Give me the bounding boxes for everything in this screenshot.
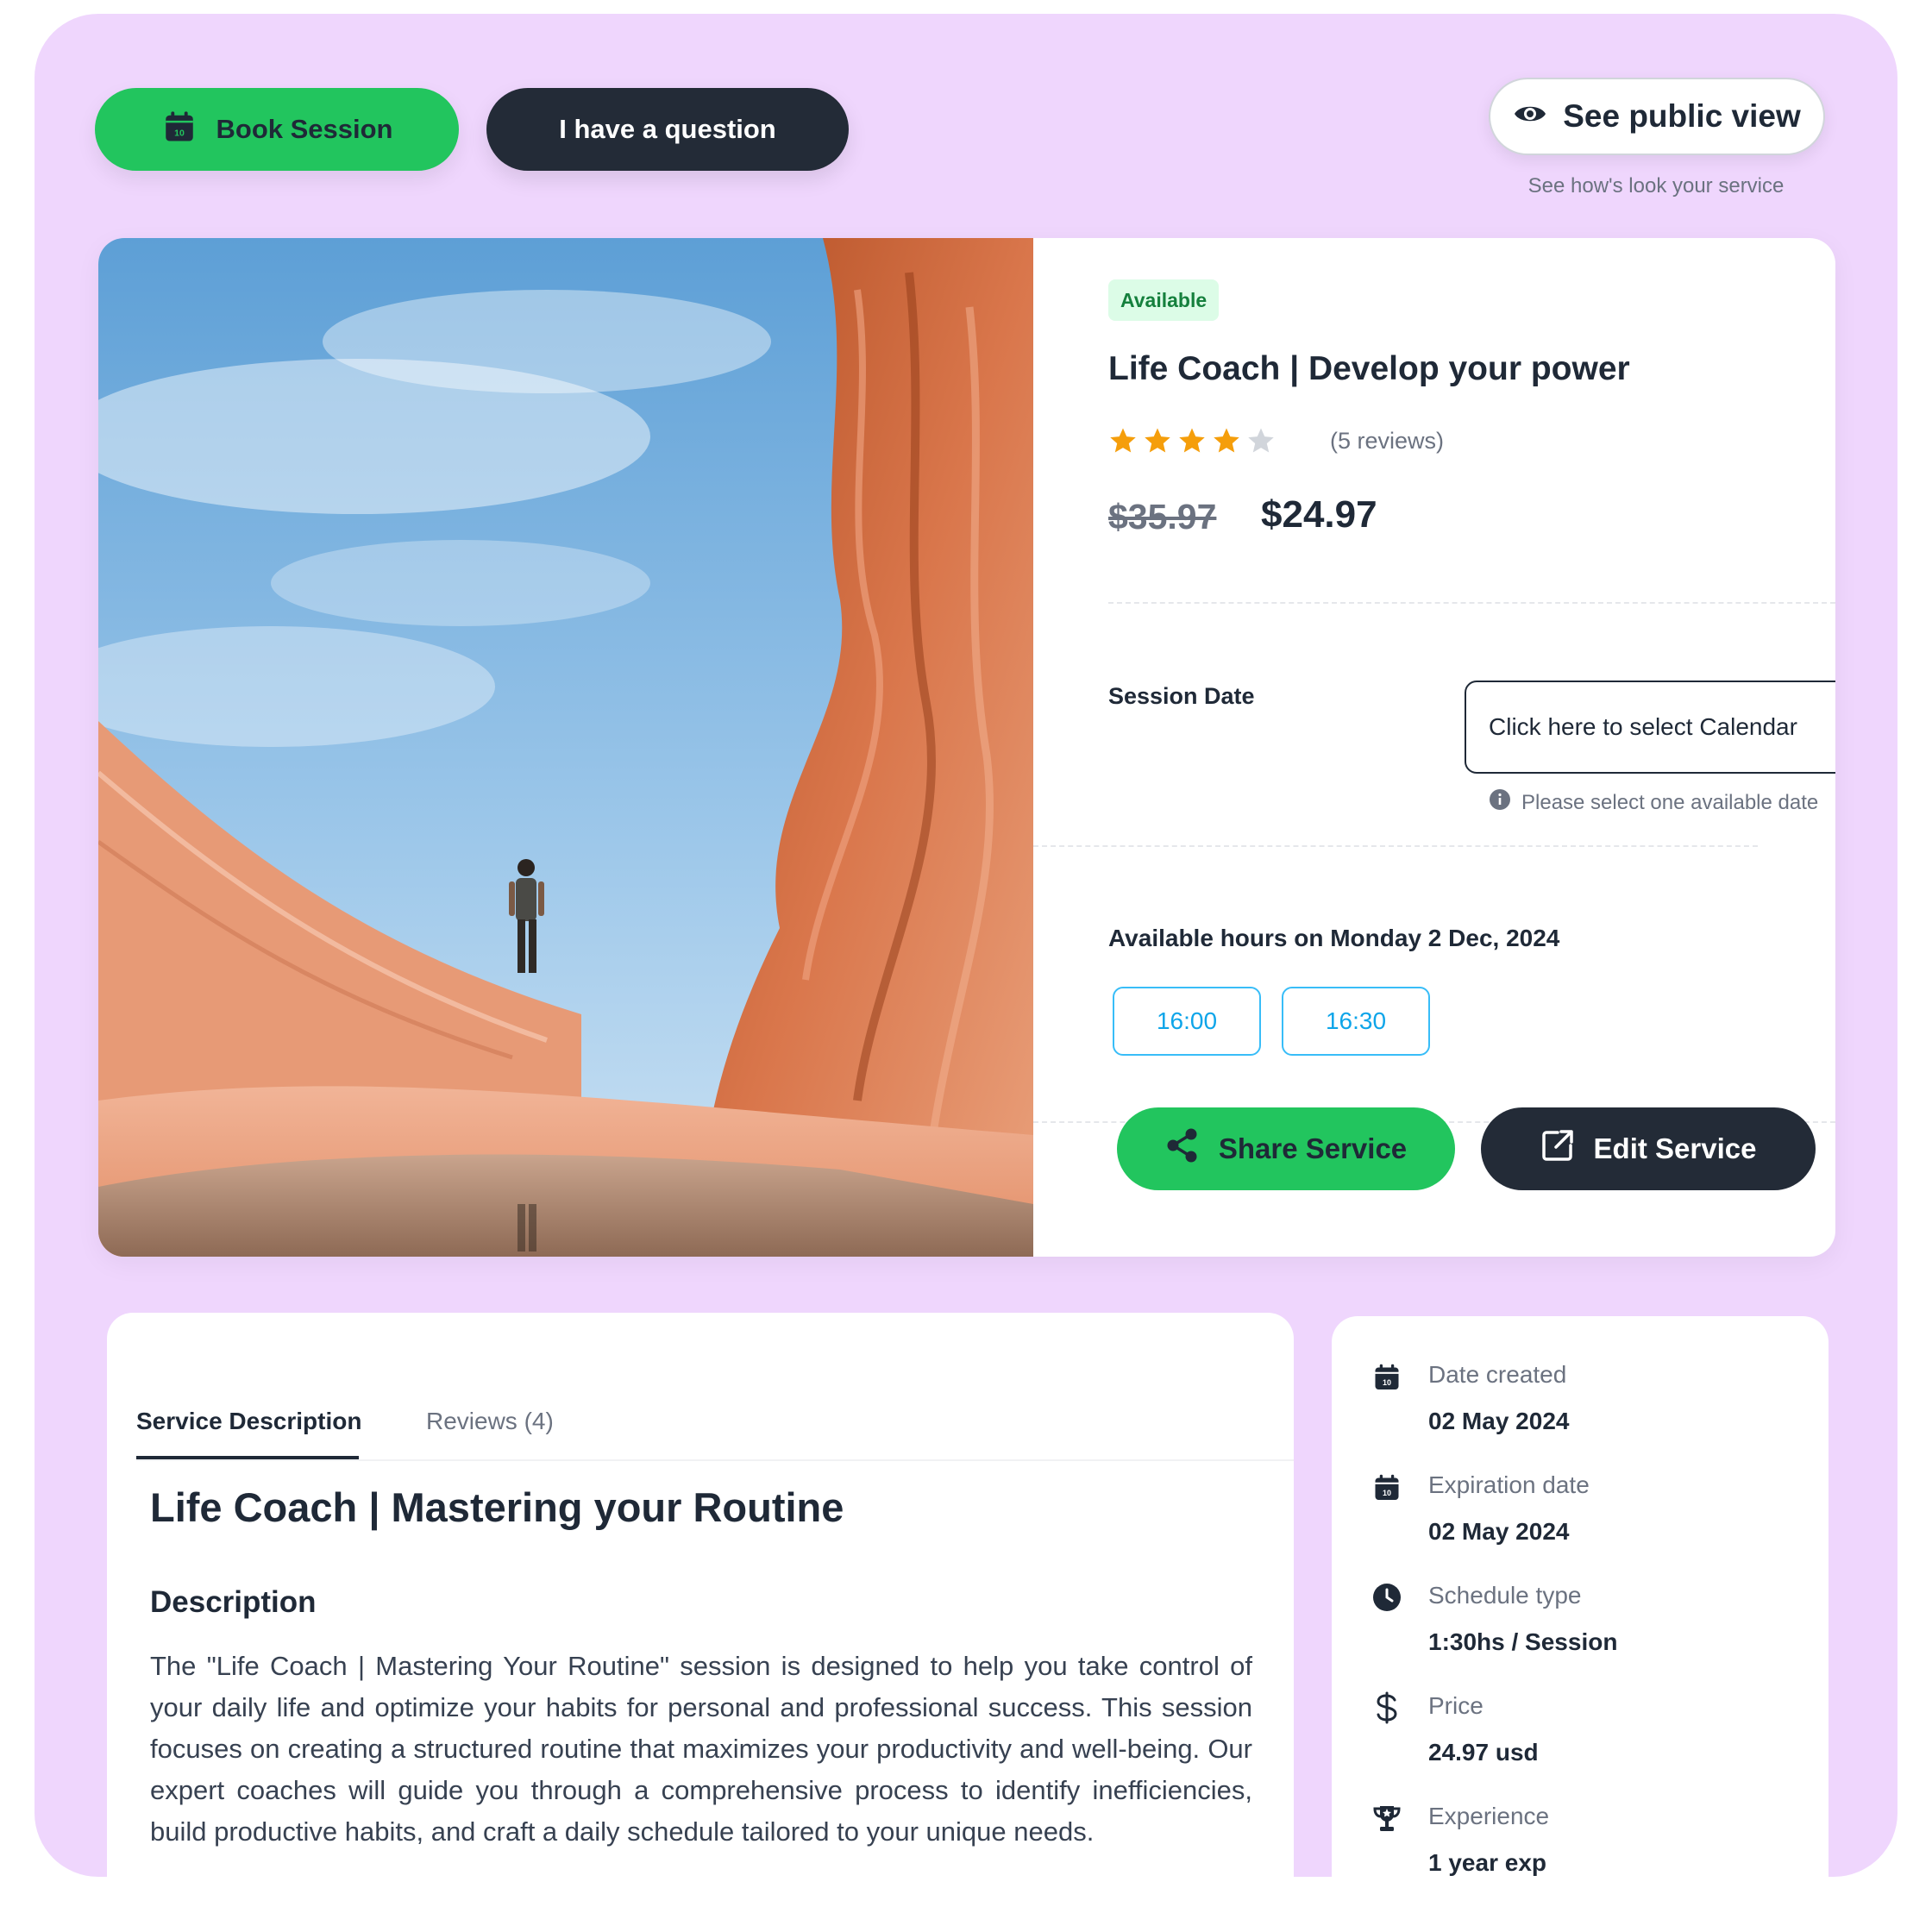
- edit-service-button[interactable]: Edit Service: [1481, 1107, 1816, 1190]
- reviews-count[interactable]: (5 reviews): [1330, 428, 1444, 455]
- description-body: The "Life Coach | Mastering Your Routine…: [150, 1651, 1252, 1847]
- star-icon: [1248, 428, 1274, 453]
- ask-question-label: I have a question: [559, 114, 776, 144]
- description-subtitle: Description: [150, 1585, 317, 1619]
- detail-value: 24.97 usd: [1428, 1739, 1539, 1766]
- service-title: Life Coach | Develop your power: [1108, 350, 1630, 387]
- dollar-icon: [1370, 1690, 1404, 1725]
- star-rating: [1108, 426, 1276, 455]
- service-details-card: 10 Date created 02 May 2024 10 Expiratio…: [1332, 1316, 1828, 1877]
- calendar-select[interactable]: Click here to select Calendar: [1465, 681, 1835, 774]
- page-background: 10 Book Session I have a question See pu…: [34, 14, 1898, 1877]
- tab-divider: [136, 1459, 1294, 1461]
- active-tab-indicator: [136, 1456, 359, 1459]
- see-public-view-button[interactable]: See public view: [1489, 78, 1825, 155]
- svg-text:10: 10: [1383, 1489, 1391, 1497]
- service-info-panel: Available Life Coach | Develop your powe…: [1033, 238, 1835, 1257]
- eye-icon: [1513, 98, 1547, 135]
- detail-label: Experience: [1428, 1803, 1550, 1829]
- svg-text:10: 10: [174, 128, 185, 138]
- service-photo: [98, 238, 1033, 1257]
- detail-value: 1 year exp: [1428, 1849, 1546, 1876]
- calendar-icon: 10: [1370, 1470, 1404, 1504]
- discounted-price: $24.97: [1261, 493, 1377, 536]
- tab-service-description[interactable]: Service Description: [136, 1408, 361, 1435]
- book-session-button[interactable]: 10 Book Session: [95, 88, 459, 171]
- book-session-label: Book Session: [216, 114, 393, 144]
- tab-reviews[interactable]: Reviews (4): [426, 1408, 554, 1435]
- description-title: Life Coach | Mastering your Routine: [150, 1484, 844, 1530]
- time-slot[interactable]: 16:30: [1282, 987, 1430, 1056]
- detail-value: 02 May 2024: [1428, 1408, 1570, 1434]
- service-card: Available Life Coach | Develop your powe…: [98, 238, 1835, 1257]
- calendar-icon: 10: [1370, 1359, 1404, 1394]
- original-price: $35.97: [1108, 497, 1217, 536]
- share-icon: [1165, 1127, 1200, 1170]
- share-service-button[interactable]: Share Service: [1117, 1107, 1455, 1190]
- svg-text:10: 10: [1383, 1378, 1391, 1387]
- detail-value: 02 May 2024: [1428, 1518, 1570, 1545]
- detail-label: Schedule type: [1428, 1582, 1582, 1609]
- star-icon: [1145, 428, 1170, 453]
- calendar-icon: 10: [161, 108, 198, 151]
- available-hours-label: Available hours on Monday 2 Dec, 2024: [1108, 925, 1560, 951]
- detail-label: Price: [1428, 1692, 1484, 1719]
- calendar-select-placeholder: Click here to select Calendar: [1489, 713, 1797, 740]
- star-icon: [1110, 428, 1136, 453]
- ask-question-button[interactable]: I have a question: [486, 88, 849, 171]
- detail-label: Expiration date: [1428, 1471, 1590, 1498]
- divider: [1033, 845, 1758, 847]
- info-icon: [1489, 788, 1511, 817]
- session-date-label: Session Date: [1108, 683, 1255, 709]
- public-view-hint: See how's look your service: [1527, 174, 1785, 198]
- edit-service-label: Edit Service: [1593, 1132, 1757, 1164]
- description-card: Service Description Reviews (4) Life Coa…: [107, 1313, 1294, 1877]
- calendar-hint: Please select one available date: [1489, 788, 1818, 817]
- divider: [1108, 602, 1835, 604]
- status-badge: Available: [1108, 279, 1220, 321]
- calendar-hint-text: Please select one available date: [1521, 790, 1819, 814]
- detail-label: Date created: [1428, 1361, 1567, 1388]
- star-icon: [1179, 428, 1205, 453]
- time-slot[interactable]: 16:00: [1113, 987, 1261, 1056]
- star-icon: [1214, 428, 1239, 453]
- external-link-icon: [1540, 1128, 1575, 1170]
- clock-icon: [1370, 1580, 1404, 1615]
- share-service-label: Share Service: [1218, 1132, 1408, 1164]
- see-public-view-label: See public view: [1563, 98, 1801, 134]
- trophy-icon: [1370, 1801, 1404, 1835]
- detail-value: 1:30hs / Session: [1428, 1628, 1618, 1655]
